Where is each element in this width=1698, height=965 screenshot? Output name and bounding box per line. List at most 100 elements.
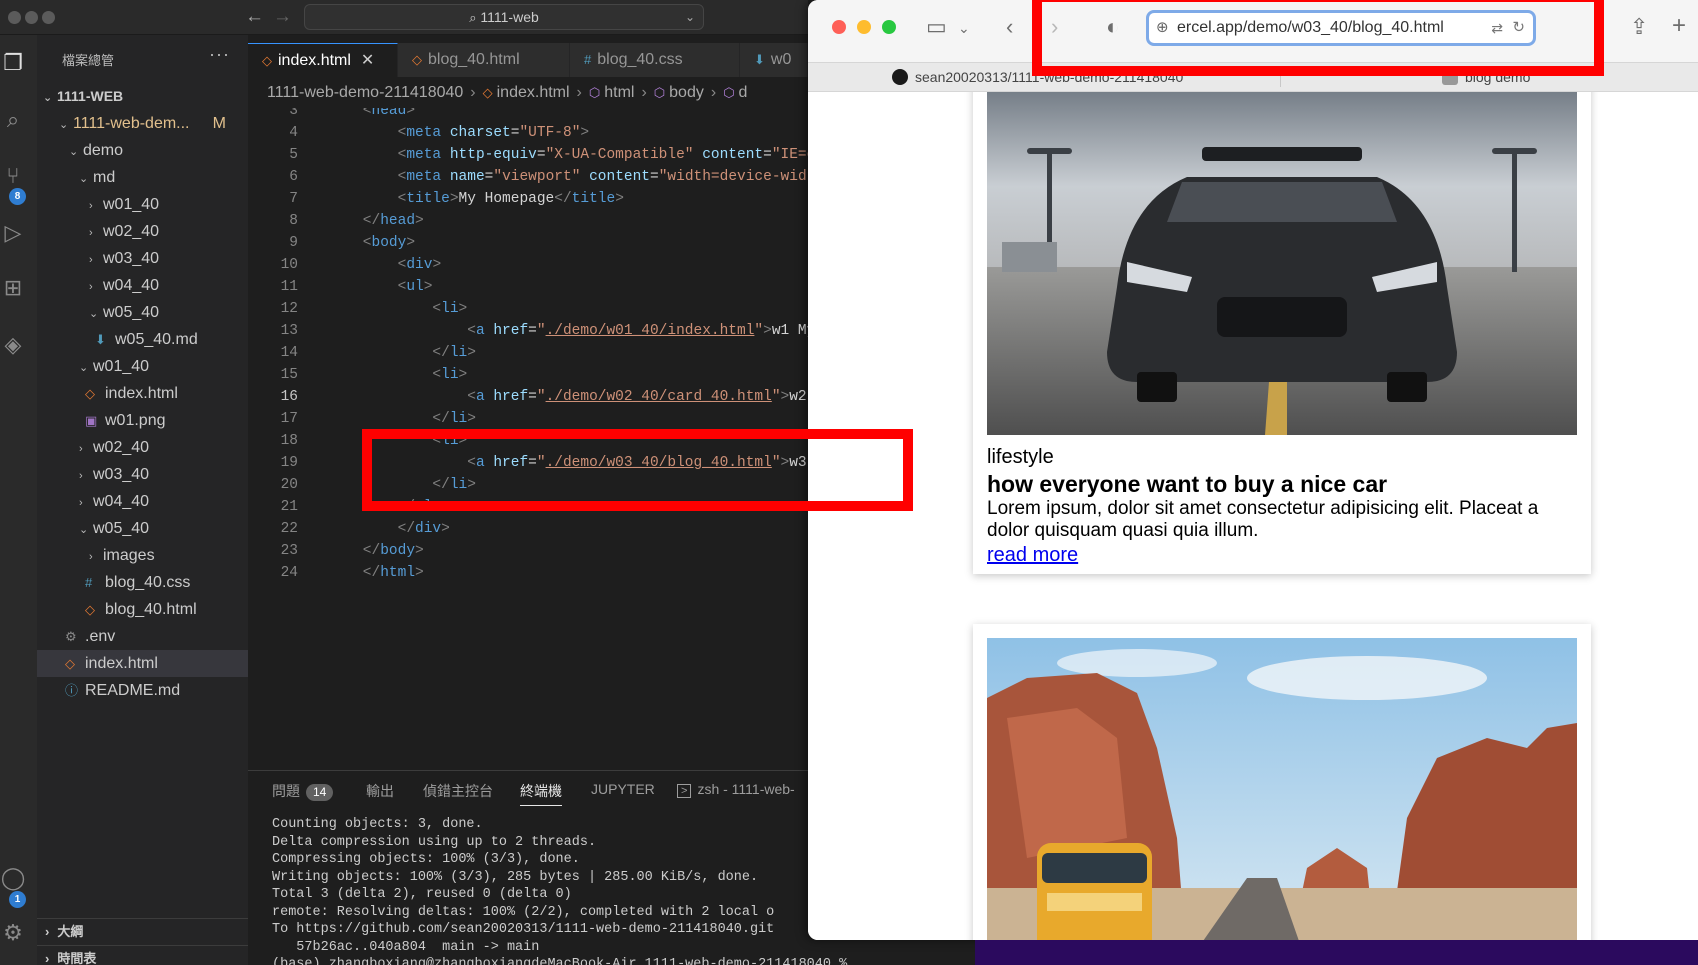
terminal-icon: > [677, 784, 692, 798]
back-icon[interactable]: ‹ [1006, 14, 1013, 40]
tree-folder-w01-root[interactable]: ⌄ w01_40 [37, 353, 248, 380]
tree-folder-w05-root[interactable]: ⌄ w05_40 [37, 515, 248, 542]
run-debug-icon[interactable]: ▷ [0, 220, 26, 246]
code-editor[interactable]: 3 <head> 4 <meta charset="UTF-8"> 5 <met… [248, 108, 808, 588]
tab-terminal[interactable]: 終端機 [520, 781, 562, 806]
purple-footer-strip [975, 940, 1698, 965]
tree-file-css[interactable]: # blog_40.css [37, 569, 248, 596]
tree-label: blog_40.html [105, 601, 197, 618]
more-actions-icon[interactable]: ··· [209, 44, 230, 65]
tree-folder-images[interactable]: › images [37, 542, 248, 569]
line-number: 20 [280, 477, 298, 493]
tab-w05[interactable]: ⬇ w0 [740, 43, 808, 77]
chevron-down-icon[interactable]: ⌄ [685, 5, 695, 30]
window-minimize-dot[interactable] [857, 20, 871, 34]
code-line: 22 </div> [248, 518, 808, 540]
tree-label: index.html [105, 385, 178, 402]
tree-file-png[interactable]: ▣ w01.png [37, 407, 248, 434]
chevron-down-icon[interactable]: ⌄ [958, 20, 970, 37]
tree-folder-w01[interactable]: › w01_40 [37, 191, 248, 218]
window-minimize-dot[interactable] [25, 11, 38, 24]
gear-file-icon: ⚙ [65, 629, 77, 644]
sidebar-icon[interactable]: ▭ [926, 14, 947, 40]
breadcrumb-item[interactable]: body [669, 84, 704, 101]
blog-card: lifestyle how everyone want to buy a nic… [973, 92, 1591, 574]
tree-label: w01.png [105, 412, 166, 429]
search-icon[interactable]: ⌕ [0, 107, 26, 133]
window-zoom-dot[interactable] [882, 20, 896, 34]
tree-file-index-selected[interactable]: ◇ index.html [37, 650, 248, 677]
tree-folder-w02[interactable]: › w02_40 [37, 218, 248, 245]
tree-folder-w03-root[interactable]: › w03_40 [37, 461, 248, 488]
tab-blog-html[interactable]: ◇ blog_40.html [398, 43, 570, 77]
editor-tabs: ◇ index.html ✕ ◇ blog_40.html # blog_40.css … [248, 43, 808, 77]
tree-folder-w02-root[interactable]: › w02_40 [37, 434, 248, 461]
chevron-right-icon: › [79, 470, 83, 482]
tree-label: w05_40 [93, 520, 150, 537]
element-icon: ⬡ [653, 85, 666, 100]
tree-folder-project[interactable]: ⌄ 1111-web-dem... M [37, 110, 248, 137]
terminal-selector[interactable]: > zsh - 1111-web- [677, 781, 795, 798]
window-zoom-dot[interactable] [42, 11, 55, 24]
new-tab-icon[interactable]: + [1672, 12, 1686, 40]
panel-tab-label: JUPYTER [591, 781, 655, 797]
tab-problems[interactable]: 問題 14 [272, 781, 334, 801]
tree-file-md[interactable]: ⬇ w05_40.md [37, 326, 248, 353]
code-line: 6 <meta name="viewport" content="width=d… [248, 166, 808, 188]
code-line: 8 </head> [248, 210, 808, 232]
code-text: ./demo/w02_40/card_40.html [545, 389, 772, 405]
tab-index-html[interactable]: ◇ index.html ✕ [248, 43, 398, 77]
explorer-title: 檔案總管 [62, 53, 115, 68]
tab-debug-console[interactable]: 偵錯主控台 [423, 781, 493, 801]
tree-file-html[interactable]: ◇ index.html [37, 380, 248, 407]
tree-file-readme[interactable]: ⓘ README.md [37, 677, 248, 704]
tab-jupyter[interactable]: JUPYTER [591, 781, 655, 797]
code-line: 14 </li> [248, 342, 808, 364]
outline-section[interactable]: › 大綱 [37, 918, 248, 944]
breadcrumb-item[interactable]: index.html [497, 84, 570, 101]
html-file-icon: ◇ [482, 85, 493, 100]
tree-folder-w05[interactable]: ⌄ w05_40 [37, 299, 248, 326]
code-text: viewport [502, 169, 572, 185]
tree-folder-w04-root[interactable]: › w04_40 [37, 488, 248, 515]
web-content[interactable]: lifestyle how everyone want to buy a nic… [808, 92, 1698, 940]
window-close-dot[interactable] [832, 20, 846, 34]
read-more-link[interactable]: read more [987, 544, 1078, 567]
tree-folder-demo[interactable]: ⌄ demo [37, 137, 248, 164]
forward-arrow-icon[interactable]: → [273, 6, 292, 28]
back-arrow-icon[interactable]: ← [245, 6, 264, 28]
code-text: X-UA-Compatible [554, 147, 685, 163]
breadcrumb-item[interactable]: d [739, 84, 748, 101]
chevron-right-icon: › [45, 924, 50, 939]
tree-file-env[interactable]: ⚙ .env [37, 623, 248, 650]
share-icon[interactable]: ⇪ [1630, 14, 1648, 40]
settings-icon[interactable]: ⚙ [0, 920, 26, 946]
vscode-titlebar: ← → ⌕ 1111-web ⌄ [0, 0, 808, 35]
source-control-icon[interactable]: ⑂ [0, 163, 26, 189]
account-icon[interactable]: ◯ [0, 865, 26, 891]
tree-file-html[interactable]: ◇ blog_40.html [37, 596, 248, 623]
tree-folder-w04[interactable]: › w04_40 [37, 272, 248, 299]
tree-label: w01_40 [103, 196, 160, 213]
breadcrumb-item[interactable]: html [604, 84, 634, 101]
code-line: 13 <a href="./demo/w01_40/index.html">w1… [248, 320, 808, 342]
explorer-root[interactable]: ⌄ 1111-WEB [37, 83, 248, 110]
html-file-icon: ◇ [412, 52, 422, 67]
extensions-icon[interactable]: ⊞ [0, 275, 26, 301]
tab-output[interactable]: 輸出 [366, 781, 394, 801]
tree-folder-w03[interactable]: › w03_40 [37, 245, 248, 272]
breadcrumb-item[interactable]: 1111-web-demo-211418040 [267, 84, 463, 101]
tab-blog-css[interactable]: # blog_40.css [570, 43, 740, 77]
explorer-icon[interactable]: ❐ [0, 50, 26, 76]
markdown-file-icon: ⬇ [95, 332, 106, 347]
close-icon[interactable]: ✕ [361, 52, 374, 69]
timeline-section[interactable]: › 時間表 [37, 945, 248, 965]
window-close-dot[interactable] [8, 11, 21, 24]
element-icon: ⬡ [588, 85, 601, 100]
line-number: 23 [280, 543, 298, 559]
tree-folder-md[interactable]: ⌄ md [37, 164, 248, 191]
terminal-output[interactable]: Counting objects: 3, done. Delta compres… [272, 816, 847, 965]
chevron-right-icon: › [89, 551, 93, 563]
command-center[interactable]: ⌕ 1111-web ⌄ [304, 4, 704, 30]
python-icon[interactable]: ◈ [0, 332, 26, 358]
